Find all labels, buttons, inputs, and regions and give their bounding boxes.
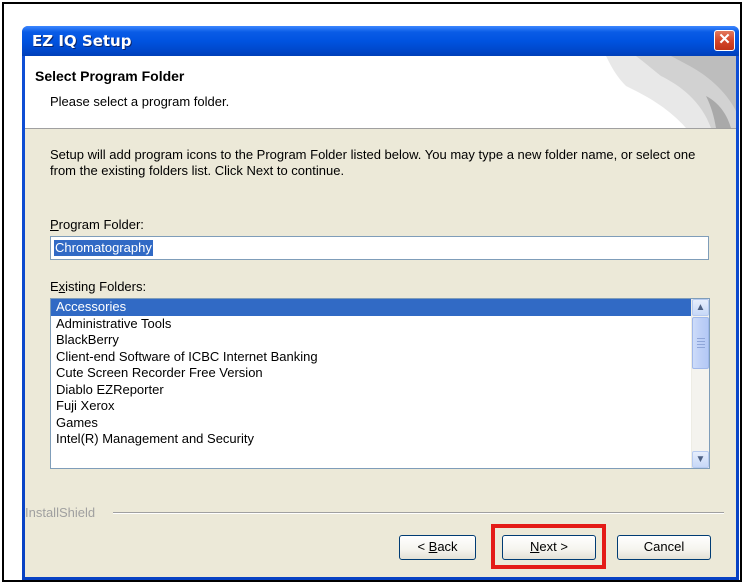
- existing-folders-list[interactable]: Accessories Administrative Tools BlackBerr…: [50, 298, 710, 469]
- instructions-text: Setup will add program icons to the Prog…: [50, 147, 696, 178]
- list-item[interactable]: Games: [51, 415, 692, 432]
- list-item[interactable]: Fuji Xerox: [51, 398, 692, 415]
- scroll-up-button[interactable]: ▲: [692, 299, 709, 316]
- grip-line: [697, 338, 705, 339]
- scroll-down-button[interactable]: ▼: [692, 451, 709, 468]
- chevron-up-icon: ▲: [695, 302, 706, 313]
- page-subtitle: Please select a program folder.: [50, 94, 230, 109]
- window-title: EZ IQ Setup: [32, 32, 132, 50]
- list-item[interactable]: Client-end Software of ICBC Internet Ban…: [51, 349, 692, 366]
- wizard-header: Select Program Folder Please select a pr…: [25, 56, 736, 129]
- setup-window: EZ IQ Setup ✕ Select Program Folder Plea…: [22, 26, 739, 580]
- grip-line: [697, 341, 705, 342]
- next-button-highlight: [491, 524, 606, 569]
- program-folder-label: Program Folder:: [50, 217, 144, 232]
- chevron-down-icon: ▼: [695, 454, 706, 465]
- list-item[interactable]: Accessories: [51, 299, 692, 316]
- list-item[interactable]: Administrative Tools: [51, 316, 692, 333]
- installshield-brand: InstallShield: [25, 505, 96, 520]
- grip-line: [697, 347, 705, 348]
- scroll-thumb[interactable]: [692, 317, 709, 369]
- footer-divider: [113, 512, 724, 514]
- back-button[interactable]: < Back: [399, 535, 476, 560]
- list-item[interactable]: Cute Screen Recorder Free Version: [51, 365, 692, 382]
- close-icon: ✕: [718, 31, 731, 48]
- cancel-button[interactable]: Cancel: [617, 535, 711, 560]
- page-title: Select Program Folder: [35, 68, 185, 84]
- existing-folders-label: Existing Folders:: [50, 279, 147, 294]
- close-button[interactable]: ✕: [714, 30, 735, 51]
- list-item[interactable]: Intel(R) Management and Security: [51, 431, 692, 448]
- program-folder-input[interactable]: Chromatography: [50, 236, 709, 260]
- wizard-banner-icon: [606, 56, 736, 128]
- list-item[interactable]: BlackBerry: [51, 332, 692, 349]
- screenshot-frame: EZ IQ Setup ✕ Select Program Folder Plea…: [2, 2, 742, 582]
- dialog-client-area: Select Program Folder Please select a pr…: [25, 56, 736, 577]
- list-item[interactable]: Diablo EZReporter: [51, 382, 692, 399]
- vertical-scrollbar[interactable]: ▲ ▼: [691, 299, 709, 468]
- title-bar[interactable]: EZ IQ Setup ✕: [22, 26, 739, 56]
- folder-list-items: Accessories Administrative Tools BlackBerr…: [51, 299, 692, 468]
- program-folder-value: Chromatography: [54, 240, 153, 256]
- grip-line: [697, 344, 705, 345]
